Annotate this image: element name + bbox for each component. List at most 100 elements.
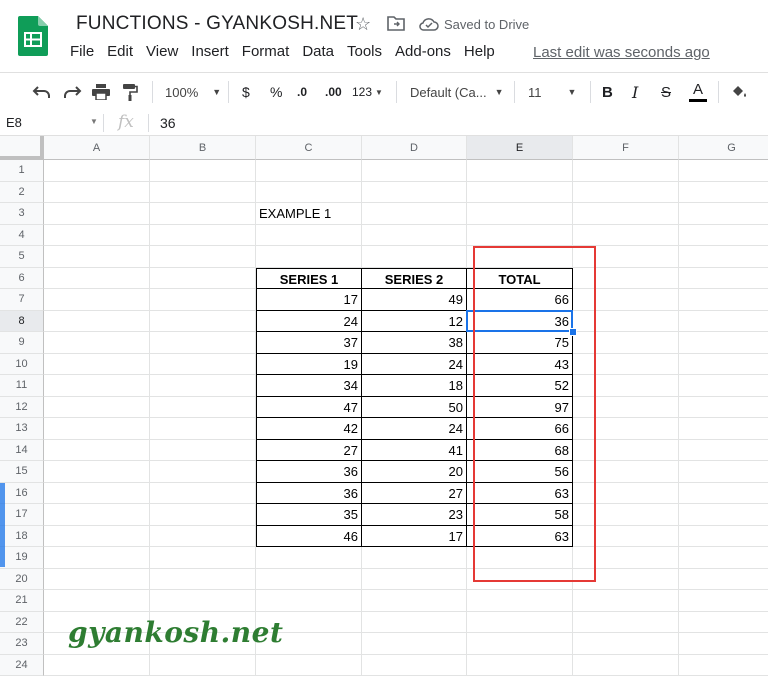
table-cell[interactable]: 38 [362,332,467,354]
row-header-7[interactable]: 7 [0,289,44,311]
row-header-19[interactable]: 19 [0,547,44,569]
name-box[interactable]: E8 [6,115,22,130]
table-header-cell[interactable]: SERIES 2 [362,268,467,290]
table-cell[interactable]: 27 [362,483,467,505]
row-header-4[interactable]: 4 [0,225,44,247]
table-cell[interactable]: 19 [256,354,362,376]
select-all-corner[interactable] [0,136,44,160]
row-header-2[interactable]: 2 [0,182,44,204]
example-label-cell[interactable]: EXAMPLE 1 [256,203,362,225]
row-header-21[interactable]: 21 [0,590,44,612]
table-cell[interactable]: 34 [256,375,362,397]
italic-button[interactable]: I [632,73,638,111]
column-header-a[interactable]: A [44,136,150,160]
strikethrough-button[interactable]: S [661,73,671,111]
chevron-down-icon[interactable]: ▼ [90,117,98,126]
zoom-select[interactable]: 100% ▼ [165,73,221,111]
table-cell[interactable]: 49 [362,289,467,311]
row-header-10[interactable]: 10 [0,354,44,376]
menu-addons[interactable]: Add-ons [395,43,451,60]
table-cell[interactable]: 41 [362,440,467,462]
decrease-decimal-button[interactable]: .0 [297,73,307,111]
row-header-14[interactable]: 14 [0,440,44,462]
table-cell[interactable]: 50 [362,397,467,419]
row-header-9[interactable]: 9 [0,332,44,354]
grid-line [44,568,768,569]
row-header-13[interactable]: 13 [0,418,44,440]
table-header-cell[interactable]: SERIES 1 [256,268,362,290]
row-header-15[interactable]: 15 [0,461,44,483]
menu-view[interactable]: View [146,43,178,60]
row-header-12[interactable]: 12 [0,397,44,419]
row-header-22[interactable]: 22 [0,612,44,634]
formula-divider [148,114,149,132]
column-header-f[interactable]: F [573,136,679,160]
column-header-b[interactable]: B [150,136,256,160]
row-header-5[interactable]: 5 [0,246,44,268]
fill-color-icon[interactable] [730,73,748,111]
last-edit-link[interactable]: Last edit was seconds ago [533,44,710,61]
text-color-button[interactable]: A [689,73,707,111]
font-select[interactable]: Default (Ca... ▼ [410,73,504,111]
menu-data[interactable]: Data [302,43,334,60]
row-header-16[interactable]: 16 [0,483,44,505]
column-header-d[interactable]: D [362,136,467,160]
table-cell[interactable]: 37 [256,332,362,354]
row-header-20[interactable]: 20 [0,569,44,591]
grid-line [44,589,768,590]
star-icon[interactable]: ☆ [355,14,371,35]
table-cell[interactable]: 24 [256,311,362,333]
row-header-3[interactable]: 3 [0,203,44,225]
table-cell[interactable]: 42 [256,418,362,440]
row-header-11[interactable]: 11 [0,375,44,397]
table-cell[interactable]: 17 [256,289,362,311]
menu-edit[interactable]: Edit [107,43,133,60]
row-header-23[interactable]: 23 [0,633,44,655]
table-cell[interactable]: 35 [256,504,362,526]
table-cell[interactable]: 27 [256,440,362,462]
increase-decimal-button[interactable]: .00 [325,73,342,111]
menu-tools[interactable]: Tools [347,43,382,60]
table-cell[interactable]: 36 [256,461,362,483]
undo-icon[interactable] [32,73,52,111]
menu-file[interactable]: File [70,43,94,60]
sheets-logo-icon[interactable] [18,16,48,56]
row-header-18[interactable]: 18 [0,526,44,548]
column-header-g[interactable]: G [679,136,768,160]
menu-insert[interactable]: Insert [191,43,229,60]
bold-button[interactable]: B [602,73,613,111]
highlight-box [473,246,596,582]
table-cell[interactable]: 18 [362,375,467,397]
column-header-c[interactable]: C [256,136,362,160]
formula-input[interactable]: 36 [160,115,176,131]
print-icon[interactable] [92,73,110,111]
cloud-saved-icon[interactable] [419,17,439,31]
currency-format-button[interactable]: $ [242,73,250,111]
document-title[interactable]: FUNCTIONS - GYANKOSH.NET [76,13,358,35]
redo-icon[interactable] [62,73,82,111]
menu-format[interactable]: Format [242,43,290,60]
table-cell[interactable]: 17 [362,526,467,548]
paint-format-icon[interactable] [122,73,138,111]
row-header-17[interactable]: 17 [0,504,44,526]
font-size-select[interactable]: 11 ▼ [528,73,576,111]
move-folder-icon[interactable] [387,15,405,31]
table-cell[interactable]: 24 [362,418,467,440]
row-header-8[interactable]: 8 [0,311,44,333]
table-cell[interactable]: 47 [256,397,362,419]
table-cell[interactable]: 46 [256,526,362,548]
column-header-e[interactable]: E [467,136,573,160]
table-cell[interactable]: 24 [362,354,467,376]
row-header-24[interactable]: 24 [0,655,44,676]
more-formats-button[interactable]: 123 ▼ [352,73,383,111]
row-header-1[interactable]: 1 [0,160,44,182]
formula-bar: E8 ▼ fx 36 [0,111,768,136]
toolbar-divider [718,81,719,103]
table-cell[interactable]: 36 [256,483,362,505]
row-header-6[interactable]: 6 [0,268,44,290]
table-cell[interactable]: 20 [362,461,467,483]
menu-help[interactable]: Help [464,43,495,60]
table-cell[interactable]: 12 [362,311,467,333]
table-cell[interactable]: 23 [362,504,467,526]
percent-format-button[interactable]: % [270,73,282,111]
